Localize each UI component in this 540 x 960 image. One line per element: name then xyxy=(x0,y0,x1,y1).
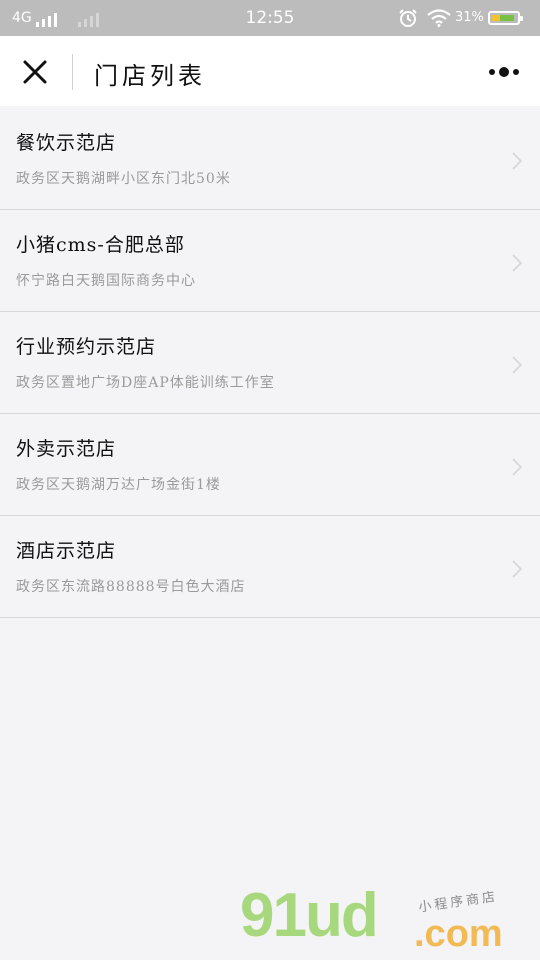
page-title: 门店列表 xyxy=(94,62,206,90)
chevron-right-icon xyxy=(512,152,522,170)
store-item[interactable]: 餐饮示范店 政务区天鹅湖畔小区东门北50米 xyxy=(0,108,540,210)
store-address: 政务区置地广场D座AP体能训练工作室 xyxy=(16,375,275,391)
nav-divider xyxy=(72,54,73,90)
navigation-bar: 门店列表 xyxy=(0,36,540,106)
battery-percentage: 31% xyxy=(455,10,484,25)
store-address: 政务区东流路88888号白色大酒店 xyxy=(16,579,246,595)
chevron-right-icon xyxy=(512,458,522,476)
chevron-right-icon xyxy=(512,254,522,272)
screen: 4G 12:55 31% 门店列表 餐饮示范店 政务区天鹅湖畔小区东门北50米 … xyxy=(0,0,540,960)
battery-icon xyxy=(488,11,523,25)
status-bar: 4G 12:55 31% xyxy=(0,0,540,36)
watermark-tld: .com xyxy=(414,913,503,955)
watermark-logo: 91ud .com 小程序商店 xyxy=(240,885,540,960)
store-item[interactable]: 酒店示范店 政务区东流路88888号白色大酒店 xyxy=(0,516,540,618)
alarm-icon xyxy=(399,9,417,27)
store-name: 外卖示范店 xyxy=(16,438,117,460)
chevron-right-icon xyxy=(512,560,522,578)
store-list: 餐饮示范店 政务区天鹅湖畔小区东门北50米 小猪cms-合肥总部 怀宁路白天鹅国… xyxy=(0,108,540,618)
close-icon[interactable] xyxy=(22,59,48,85)
store-address: 怀宁路白天鹅国际商务中心 xyxy=(16,273,196,289)
store-name: 餐饮示范店 xyxy=(16,132,117,154)
store-name: 酒店示范店 xyxy=(16,540,117,562)
watermark-brand: 91ud xyxy=(240,881,379,950)
chevron-right-icon xyxy=(512,356,522,374)
more-icon[interactable] xyxy=(488,66,520,78)
store-name: 行业预约示范店 xyxy=(16,336,157,358)
store-address: 政务区天鹅湖畔小区东门北50米 xyxy=(16,171,231,187)
store-item[interactable]: 小猪cms-合肥总部 怀宁路白天鹅国际商务中心 xyxy=(0,210,540,312)
store-address: 政务区天鹅湖万达广场金街1楼 xyxy=(16,477,221,493)
store-item[interactable]: 行业预约示范店 政务区置地广场D座AP体能训练工作室 xyxy=(0,312,540,414)
watermark-tagline: 小程序商店 xyxy=(417,889,499,916)
store-name: 小猪cms-合肥总部 xyxy=(16,234,185,256)
wifi-icon xyxy=(427,9,451,27)
store-item[interactable]: 外卖示范店 政务区天鹅湖万达广场金街1楼 xyxy=(0,414,540,516)
